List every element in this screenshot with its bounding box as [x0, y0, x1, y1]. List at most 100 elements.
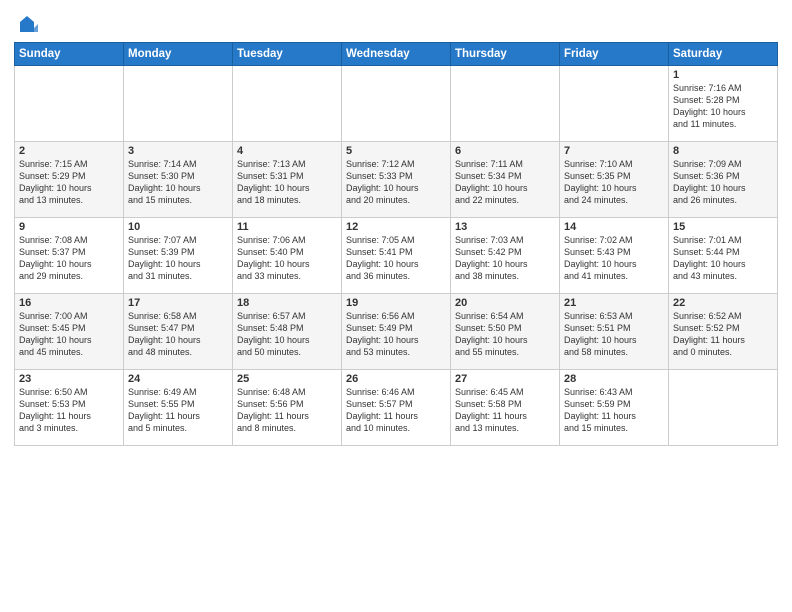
calendar-week-0: 1Sunrise: 7:16 AM Sunset: 5:28 PM Daylig…	[15, 66, 778, 142]
calendar-table: SundayMondayTuesdayWednesdayThursdayFrid…	[14, 42, 778, 446]
day-info: Sunrise: 7:02 AM Sunset: 5:43 PM Dayligh…	[564, 234, 664, 283]
day-info: Sunrise: 6:50 AM Sunset: 5:53 PM Dayligh…	[19, 386, 119, 435]
day-number: 20	[455, 297, 555, 309]
day-info: Sunrise: 6:57 AM Sunset: 5:48 PM Dayligh…	[237, 310, 337, 359]
day-number: 16	[19, 297, 119, 309]
calendar-cell: 19Sunrise: 6:56 AM Sunset: 5:49 PM Dayli…	[342, 294, 451, 370]
day-number: 13	[455, 221, 555, 233]
calendar-cell: 1Sunrise: 7:16 AM Sunset: 5:28 PM Daylig…	[669, 66, 778, 142]
day-number: 23	[19, 373, 119, 385]
calendar-cell: 23Sunrise: 6:50 AM Sunset: 5:53 PM Dayli…	[15, 370, 124, 446]
day-number: 22	[673, 297, 773, 309]
calendar-cell: 16Sunrise: 7:00 AM Sunset: 5:45 PM Dayli…	[15, 294, 124, 370]
calendar-week-3: 16Sunrise: 7:00 AM Sunset: 5:45 PM Dayli…	[15, 294, 778, 370]
calendar-cell: 24Sunrise: 6:49 AM Sunset: 5:55 PM Dayli…	[124, 370, 233, 446]
day-info: Sunrise: 6:54 AM Sunset: 5:50 PM Dayligh…	[455, 310, 555, 359]
weekday-header-friday: Friday	[560, 43, 669, 66]
weekday-header-wednesday: Wednesday	[342, 43, 451, 66]
header	[14, 10, 778, 36]
calendar-cell: 14Sunrise: 7:02 AM Sunset: 5:43 PM Dayli…	[560, 218, 669, 294]
day-info: Sunrise: 7:14 AM Sunset: 5:30 PM Dayligh…	[128, 158, 228, 207]
calendar-cell: 4Sunrise: 7:13 AM Sunset: 5:31 PM Daylig…	[233, 142, 342, 218]
calendar-cell: 12Sunrise: 7:05 AM Sunset: 5:41 PM Dayli…	[342, 218, 451, 294]
day-number: 6	[455, 145, 555, 157]
weekday-header-thursday: Thursday	[451, 43, 560, 66]
day-info: Sunrise: 6:56 AM Sunset: 5:49 PM Dayligh…	[346, 310, 446, 359]
day-info: Sunrise: 6:53 AM Sunset: 5:51 PM Dayligh…	[564, 310, 664, 359]
weekday-header-sunday: Sunday	[15, 43, 124, 66]
day-info: Sunrise: 6:58 AM Sunset: 5:47 PM Dayligh…	[128, 310, 228, 359]
calendar-cell	[233, 66, 342, 142]
day-number: 21	[564, 297, 664, 309]
day-number: 14	[564, 221, 664, 233]
calendar-cell: 28Sunrise: 6:43 AM Sunset: 5:59 PM Dayli…	[560, 370, 669, 446]
logo	[14, 14, 38, 36]
calendar-cell: 7Sunrise: 7:10 AM Sunset: 5:35 PM Daylig…	[560, 142, 669, 218]
day-number: 3	[128, 145, 228, 157]
day-number: 4	[237, 145, 337, 157]
day-number: 2	[19, 145, 119, 157]
day-info: Sunrise: 6:43 AM Sunset: 5:59 PM Dayligh…	[564, 386, 664, 435]
day-info: Sunrise: 7:09 AM Sunset: 5:36 PM Dayligh…	[673, 158, 773, 207]
day-number: 1	[673, 69, 773, 81]
day-info: Sunrise: 7:07 AM Sunset: 5:39 PM Dayligh…	[128, 234, 228, 283]
day-info: Sunrise: 7:12 AM Sunset: 5:33 PM Dayligh…	[346, 158, 446, 207]
weekday-header-monday: Monday	[124, 43, 233, 66]
day-info: Sunrise: 7:01 AM Sunset: 5:44 PM Dayligh…	[673, 234, 773, 283]
day-info: Sunrise: 7:13 AM Sunset: 5:31 PM Dayligh…	[237, 158, 337, 207]
calendar-cell: 25Sunrise: 6:48 AM Sunset: 5:56 PM Dayli…	[233, 370, 342, 446]
calendar-cell: 27Sunrise: 6:45 AM Sunset: 5:58 PM Dayli…	[451, 370, 560, 446]
day-info: Sunrise: 7:10 AM Sunset: 5:35 PM Dayligh…	[564, 158, 664, 207]
day-info: Sunrise: 7:08 AM Sunset: 5:37 PM Dayligh…	[19, 234, 119, 283]
weekday-header-tuesday: Tuesday	[233, 43, 342, 66]
day-number: 19	[346, 297, 446, 309]
calendar-cell: 17Sunrise: 6:58 AM Sunset: 5:47 PM Dayli…	[124, 294, 233, 370]
day-info: Sunrise: 7:05 AM Sunset: 5:41 PM Dayligh…	[346, 234, 446, 283]
day-info: Sunrise: 7:00 AM Sunset: 5:45 PM Dayligh…	[19, 310, 119, 359]
day-info: Sunrise: 6:48 AM Sunset: 5:56 PM Dayligh…	[237, 386, 337, 435]
day-info: Sunrise: 7:06 AM Sunset: 5:40 PM Dayligh…	[237, 234, 337, 283]
calendar-cell	[342, 66, 451, 142]
calendar-cell	[15, 66, 124, 142]
calendar-cell: 13Sunrise: 7:03 AM Sunset: 5:42 PM Dayli…	[451, 218, 560, 294]
weekday-header-row: SundayMondayTuesdayWednesdayThursdayFrid…	[15, 43, 778, 66]
day-number: 24	[128, 373, 228, 385]
calendar-cell: 22Sunrise: 6:52 AM Sunset: 5:52 PM Dayli…	[669, 294, 778, 370]
day-info: Sunrise: 6:46 AM Sunset: 5:57 PM Dayligh…	[346, 386, 446, 435]
calendar-week-2: 9Sunrise: 7:08 AM Sunset: 5:37 PM Daylig…	[15, 218, 778, 294]
day-number: 28	[564, 373, 664, 385]
day-number: 26	[346, 373, 446, 385]
day-number: 8	[673, 145, 773, 157]
calendar-week-4: 23Sunrise: 6:50 AM Sunset: 5:53 PM Dayli…	[15, 370, 778, 446]
day-info: Sunrise: 7:03 AM Sunset: 5:42 PM Dayligh…	[455, 234, 555, 283]
day-number: 7	[564, 145, 664, 157]
calendar-cell: 5Sunrise: 7:12 AM Sunset: 5:33 PM Daylig…	[342, 142, 451, 218]
weekday-header-saturday: Saturday	[669, 43, 778, 66]
day-number: 27	[455, 373, 555, 385]
calendar-cell	[560, 66, 669, 142]
day-number: 10	[128, 221, 228, 233]
day-number: 25	[237, 373, 337, 385]
day-info: Sunrise: 7:15 AM Sunset: 5:29 PM Dayligh…	[19, 158, 119, 207]
calendar-cell: 9Sunrise: 7:08 AM Sunset: 5:37 PM Daylig…	[15, 218, 124, 294]
calendar-cell: 10Sunrise: 7:07 AM Sunset: 5:39 PM Dayli…	[124, 218, 233, 294]
calendar-cell: 26Sunrise: 6:46 AM Sunset: 5:57 PM Dayli…	[342, 370, 451, 446]
day-number: 17	[128, 297, 228, 309]
day-number: 12	[346, 221, 446, 233]
calendar-cell: 2Sunrise: 7:15 AM Sunset: 5:29 PM Daylig…	[15, 142, 124, 218]
calendar-cell: 18Sunrise: 6:57 AM Sunset: 5:48 PM Dayli…	[233, 294, 342, 370]
day-number: 9	[19, 221, 119, 233]
calendar-cell	[669, 370, 778, 446]
logo-icon	[16, 14, 38, 36]
day-info: Sunrise: 7:16 AM Sunset: 5:28 PM Dayligh…	[673, 82, 773, 131]
calendar-cell: 20Sunrise: 6:54 AM Sunset: 5:50 PM Dayli…	[451, 294, 560, 370]
calendar-cell: 15Sunrise: 7:01 AM Sunset: 5:44 PM Dayli…	[669, 218, 778, 294]
calendar-cell: 8Sunrise: 7:09 AM Sunset: 5:36 PM Daylig…	[669, 142, 778, 218]
day-info: Sunrise: 6:45 AM Sunset: 5:58 PM Dayligh…	[455, 386, 555, 435]
day-number: 5	[346, 145, 446, 157]
calendar-cell: 6Sunrise: 7:11 AM Sunset: 5:34 PM Daylig…	[451, 142, 560, 218]
day-info: Sunrise: 6:49 AM Sunset: 5:55 PM Dayligh…	[128, 386, 228, 435]
day-number: 15	[673, 221, 773, 233]
calendar-week-1: 2Sunrise: 7:15 AM Sunset: 5:29 PM Daylig…	[15, 142, 778, 218]
calendar-cell	[451, 66, 560, 142]
